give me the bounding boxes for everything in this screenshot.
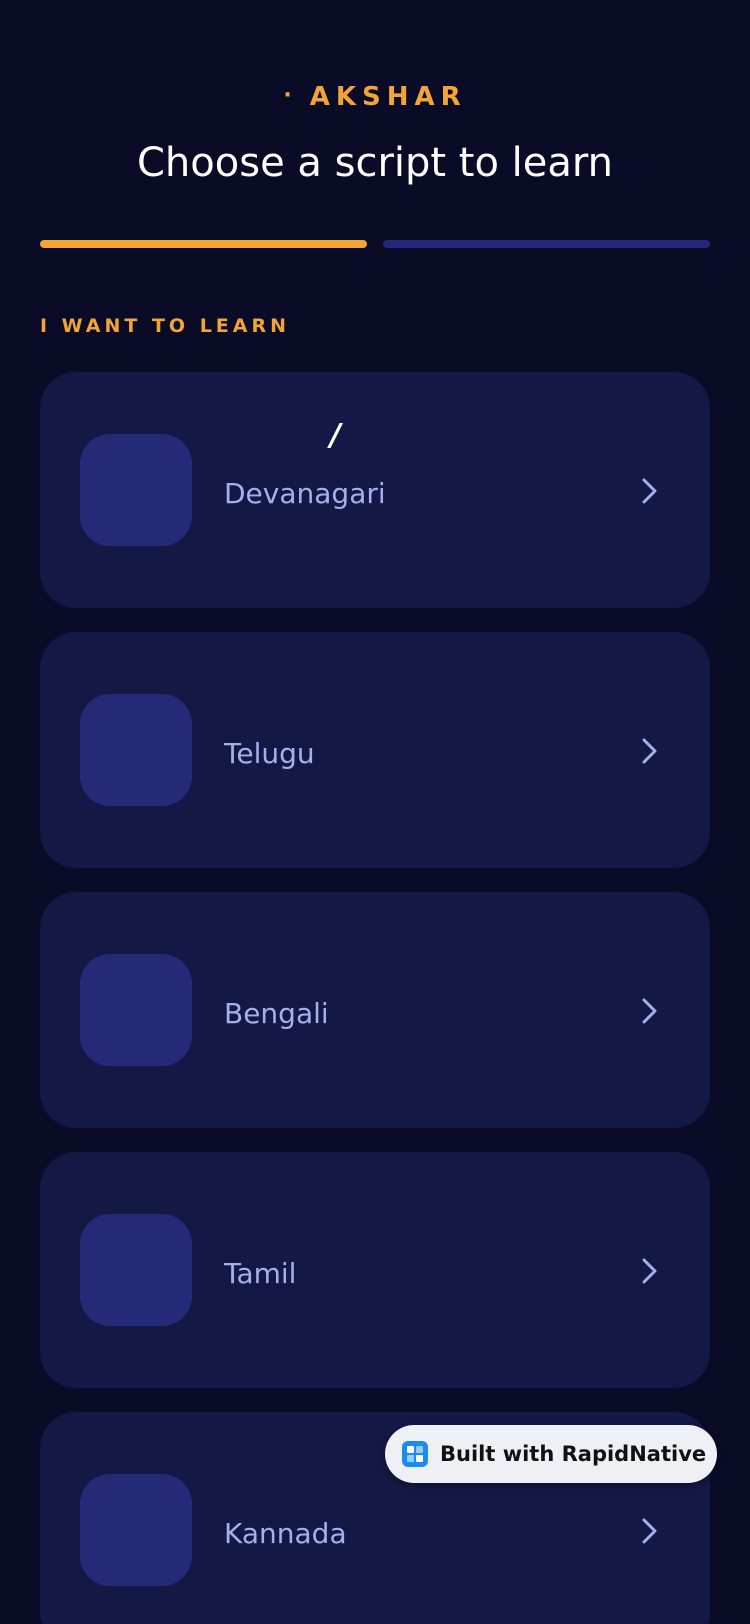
badge-text: Built with RapidNative <box>440 1442 707 1466</box>
chevron-right-icon <box>642 998 657 1024</box>
script-name: Kannada <box>224 1517 347 1550</box>
script-name: Telugu <box>224 737 315 770</box>
script-glyph-box <box>80 1214 192 1326</box>
app-brand: · AKSHAR <box>0 82 750 112</box>
page-title: Choose a script to learn <box>137 140 613 186</box>
brand-dot: · <box>283 83 298 108</box>
brand-name: AKSHAR <box>309 82 467 112</box>
progress-step-1 <box>40 240 367 248</box>
chevron-right-icon <box>642 478 657 504</box>
script-glyph-box <box>80 694 192 806</box>
script-glyph: / <box>330 418 341 453</box>
section-label: I WANT TO LEARN <box>40 315 291 337</box>
rapidnative-logo-icon <box>402 1441 428 1467</box>
progress-step-2 <box>383 240 710 248</box>
script-glyph-box <box>80 434 192 546</box>
script-name: Bengali <box>224 997 329 1030</box>
script-glyph-box <box>80 1474 192 1586</box>
script-card-bengali[interactable]: Bengali <box>40 892 710 1128</box>
chevron-right-icon <box>642 1258 657 1284</box>
chevron-right-icon <box>642 738 657 764</box>
script-name: Devanagari <box>224 477 386 510</box>
script-card-tamil[interactable]: Tamil <box>40 1152 710 1388</box>
built-with-badge[interactable]: Built with RapidNative <box>385 1425 717 1483</box>
script-card-devanagari[interactable]: / Devanagari <box>40 372 710 608</box>
chevron-right-icon <box>642 1518 657 1544</box>
step-progress <box>40 240 710 248</box>
script-name: Tamil <box>224 1257 297 1290</box>
script-glyph-box <box>80 954 192 1066</box>
script-card-telugu[interactable]: Telugu <box>40 632 710 868</box>
